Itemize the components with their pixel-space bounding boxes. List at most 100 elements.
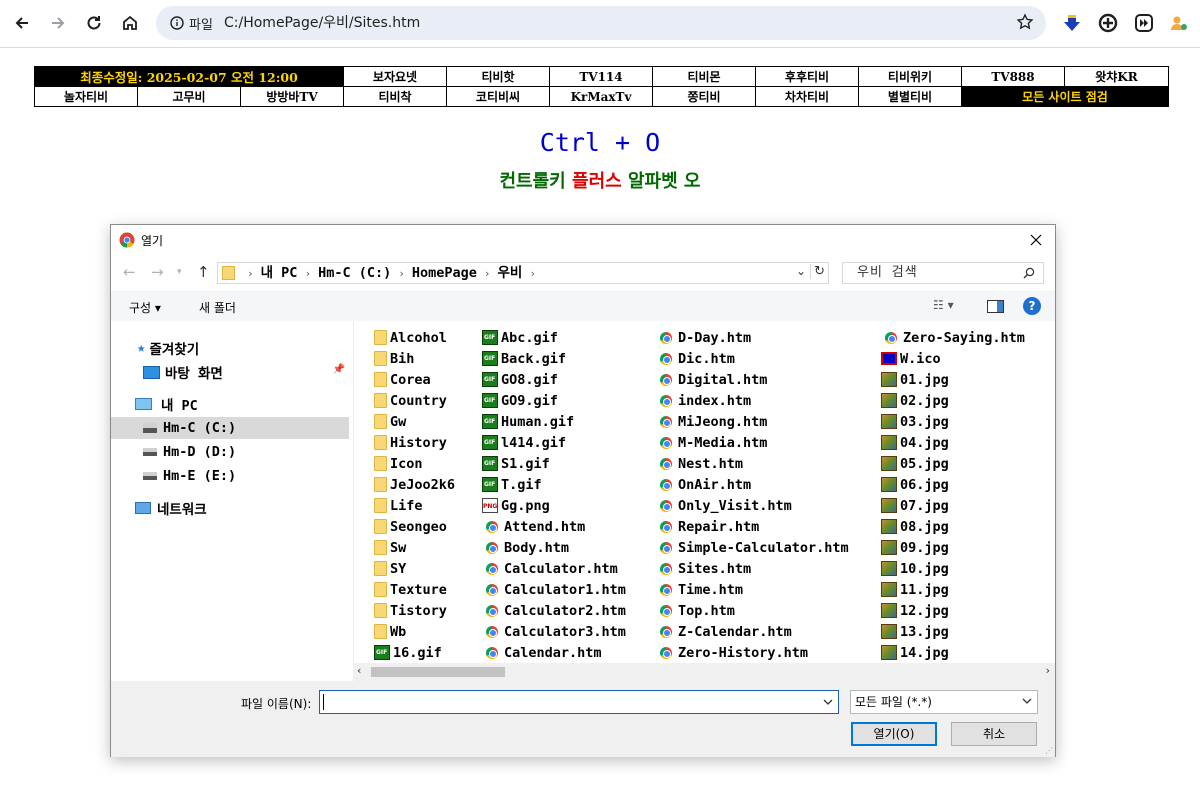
site-link[interactable]: 왓챠KR [1064,66,1169,87]
file-item[interactable]: Back.gif [482,348,626,369]
file-type-select[interactable]: 모든 파일 (*.*) [850,690,1038,714]
site-link[interactable]: 차차티비 [755,86,859,107]
preview-pane-icon[interactable] [987,300,1004,313]
site-link[interactable]: 보자요넷 [343,66,447,87]
folder-item[interactable]: SY [374,558,455,579]
file-item[interactable]: 05.jpg [881,453,1025,474]
chevron-down-icon[interactable] [822,696,834,708]
folder-item[interactable]: Icon [374,453,455,474]
extension-plus-button[interactable] [1096,11,1120,35]
site-link[interactable]: 방방바TV [240,86,344,107]
file-item[interactable]: Body.htm [482,537,626,558]
site-link[interactable]: 티비핫 [446,66,550,87]
site-link[interactable]: 티비위키 [858,66,962,87]
pin-icon[interactable]: 📌 [333,364,345,375]
check-all-sites-link[interactable]: 모든 사이트 점검 [961,86,1169,107]
dialog-address-box[interactable]: › 내 PC › Hm-C (C:) › HomePage › 우비 › ⌄ ↻ [217,262,829,284]
nav-drive-d[interactable]: Hm-D (D:) [111,441,349,463]
file-item[interactable]: Dic.htm [656,348,849,369]
file-item[interactable]: Digital.htm [656,369,849,390]
site-link[interactable]: 후후티비 [755,66,859,87]
file-item[interactable]: Calculator.htm [482,558,626,579]
refresh-icon[interactable]: ↻ [810,264,825,279]
file-item[interactable]: Sites.htm [656,558,849,579]
chevron-right-icon[interactable]: › [484,267,491,280]
file-item[interactable]: Attend.htm [482,516,626,537]
folder-item[interactable]: Corea [374,369,455,390]
file-item[interactable]: W.ico [881,348,1025,369]
address-bar[interactable]: 파일 C:/HomePage/우비/Sites.htm [156,6,1046,40]
file-item[interactable]: M-Media.htm [656,432,849,453]
address-dropdown-icon[interactable]: ⌄ [796,264,806,278]
site-link[interactable]: 별별티비 [858,86,962,107]
file-item[interactable]: 08.jpg [881,516,1025,537]
file-item[interactable]: Gg.png [482,495,626,516]
file-item[interactable]: 06.jpg [881,474,1025,495]
file-item[interactable]: Top.htm [656,600,849,621]
file-item[interactable]: 03.jpg [881,411,1025,432]
file-item[interactable]: 10.jpg [881,558,1025,579]
file-item[interactable]: GO9.gif [482,390,626,411]
file-item[interactable]: 04.jpg [881,432,1025,453]
file-item[interactable]: 07.jpg [881,495,1025,516]
file-item[interactable]: l414.gif [482,432,626,453]
file-item[interactable]: Only_Visit.htm [656,495,849,516]
folder-item[interactable]: Wb [374,621,455,642]
nav-drive-c[interactable]: Hm-C (C:) [111,417,349,439]
file-item[interactable]: 14.jpg [881,642,1025,663]
folder-item[interactable]: Gw [374,411,455,432]
nav-favorites[interactable]: ★ 즐겨찾기 [111,337,349,359]
file-item[interactable]: Zero-Saying.htm [881,327,1025,348]
breadcrumb-item[interactable]: Hm-C (C:) [318,265,391,281]
file-item[interactable]: S1.gif [482,453,626,474]
dialog-close-button[interactable] [1025,229,1047,251]
bookmark-star-button[interactable] [1016,13,1034,35]
file-item[interactable]: Simple-Calculator.htm [656,537,849,558]
file-item[interactable]: 02.jpg [881,390,1025,411]
file-item[interactable]: 13.jpg [881,621,1025,642]
file-item[interactable]: Calculator1.htm [482,579,626,600]
horizontal-scrollbar[interactable]: ‹ › [353,663,1055,681]
dialog-search-input[interactable]: 우비 검색 [842,262,1044,284]
folder-item[interactable]: Sw [374,537,455,558]
breadcrumb-item[interactable]: 내 PC [261,265,298,281]
file-item[interactable]: Zero-History.htm [656,642,849,663]
file-item[interactable]: Nest.htm [656,453,849,474]
folder-item[interactable]: History [374,432,455,453]
back-icon[interactable]: ← [123,263,136,281]
site-link[interactable]: 코티비씨 [446,86,550,107]
site-link[interactable]: 티비몬 [652,66,756,87]
file-item[interactable]: D-Day.htm [656,327,849,348]
folder-item[interactable]: Seongeo [374,516,455,537]
file-item[interactable]: Calculator2.htm [482,600,626,621]
nav-network[interactable]: 네트워크 [111,497,349,519]
folder-item[interactable]: Life [374,495,455,516]
file-item[interactable]: GO8.gif [482,369,626,390]
site-link[interactable]: 쫑티비 [652,86,756,107]
site-link[interactable]: KrMaxTv [549,86,653,107]
site-link[interactable]: TV888 [961,66,1065,87]
reload-button[interactable] [79,8,109,38]
file-item[interactable]: Abc.gif [482,327,626,348]
forward-icon[interactable]: → [151,263,164,281]
up-arrow-icon[interactable]: ↑ [197,263,210,281]
file-item[interactable]: Calendar.htm [482,642,626,663]
open-button[interactable]: 열기(O) [851,722,937,746]
scrollbar-thumb[interactable] [371,667,505,677]
dialog-titlebar[interactable]: 열기 [111,225,1055,255]
file-item[interactable]: Z-Calendar.htm [656,621,849,642]
folder-item[interactable]: JeJoo2k6 [374,474,455,495]
file-item[interactable]: OnAir.htm [656,474,849,495]
folder-item[interactable]: Alcohol [374,327,455,348]
profile-button[interactable] [1166,11,1190,35]
forward-button[interactable] [43,8,73,38]
site-link[interactable]: 고무비 [137,86,241,107]
filename-input[interactable] [319,690,839,714]
file-item[interactable]: index.htm [656,390,849,411]
scroll-left-icon[interactable]: ‹ [357,664,361,677]
site-link[interactable]: 티비착 [343,86,447,107]
chevron-right-icon[interactable]: › [529,267,536,280]
extension-download-button[interactable] [1060,11,1084,35]
folder-item[interactable]: Country [374,390,455,411]
url-text[interactable]: C:/HomePage/우비/Sites.htm [224,6,420,40]
